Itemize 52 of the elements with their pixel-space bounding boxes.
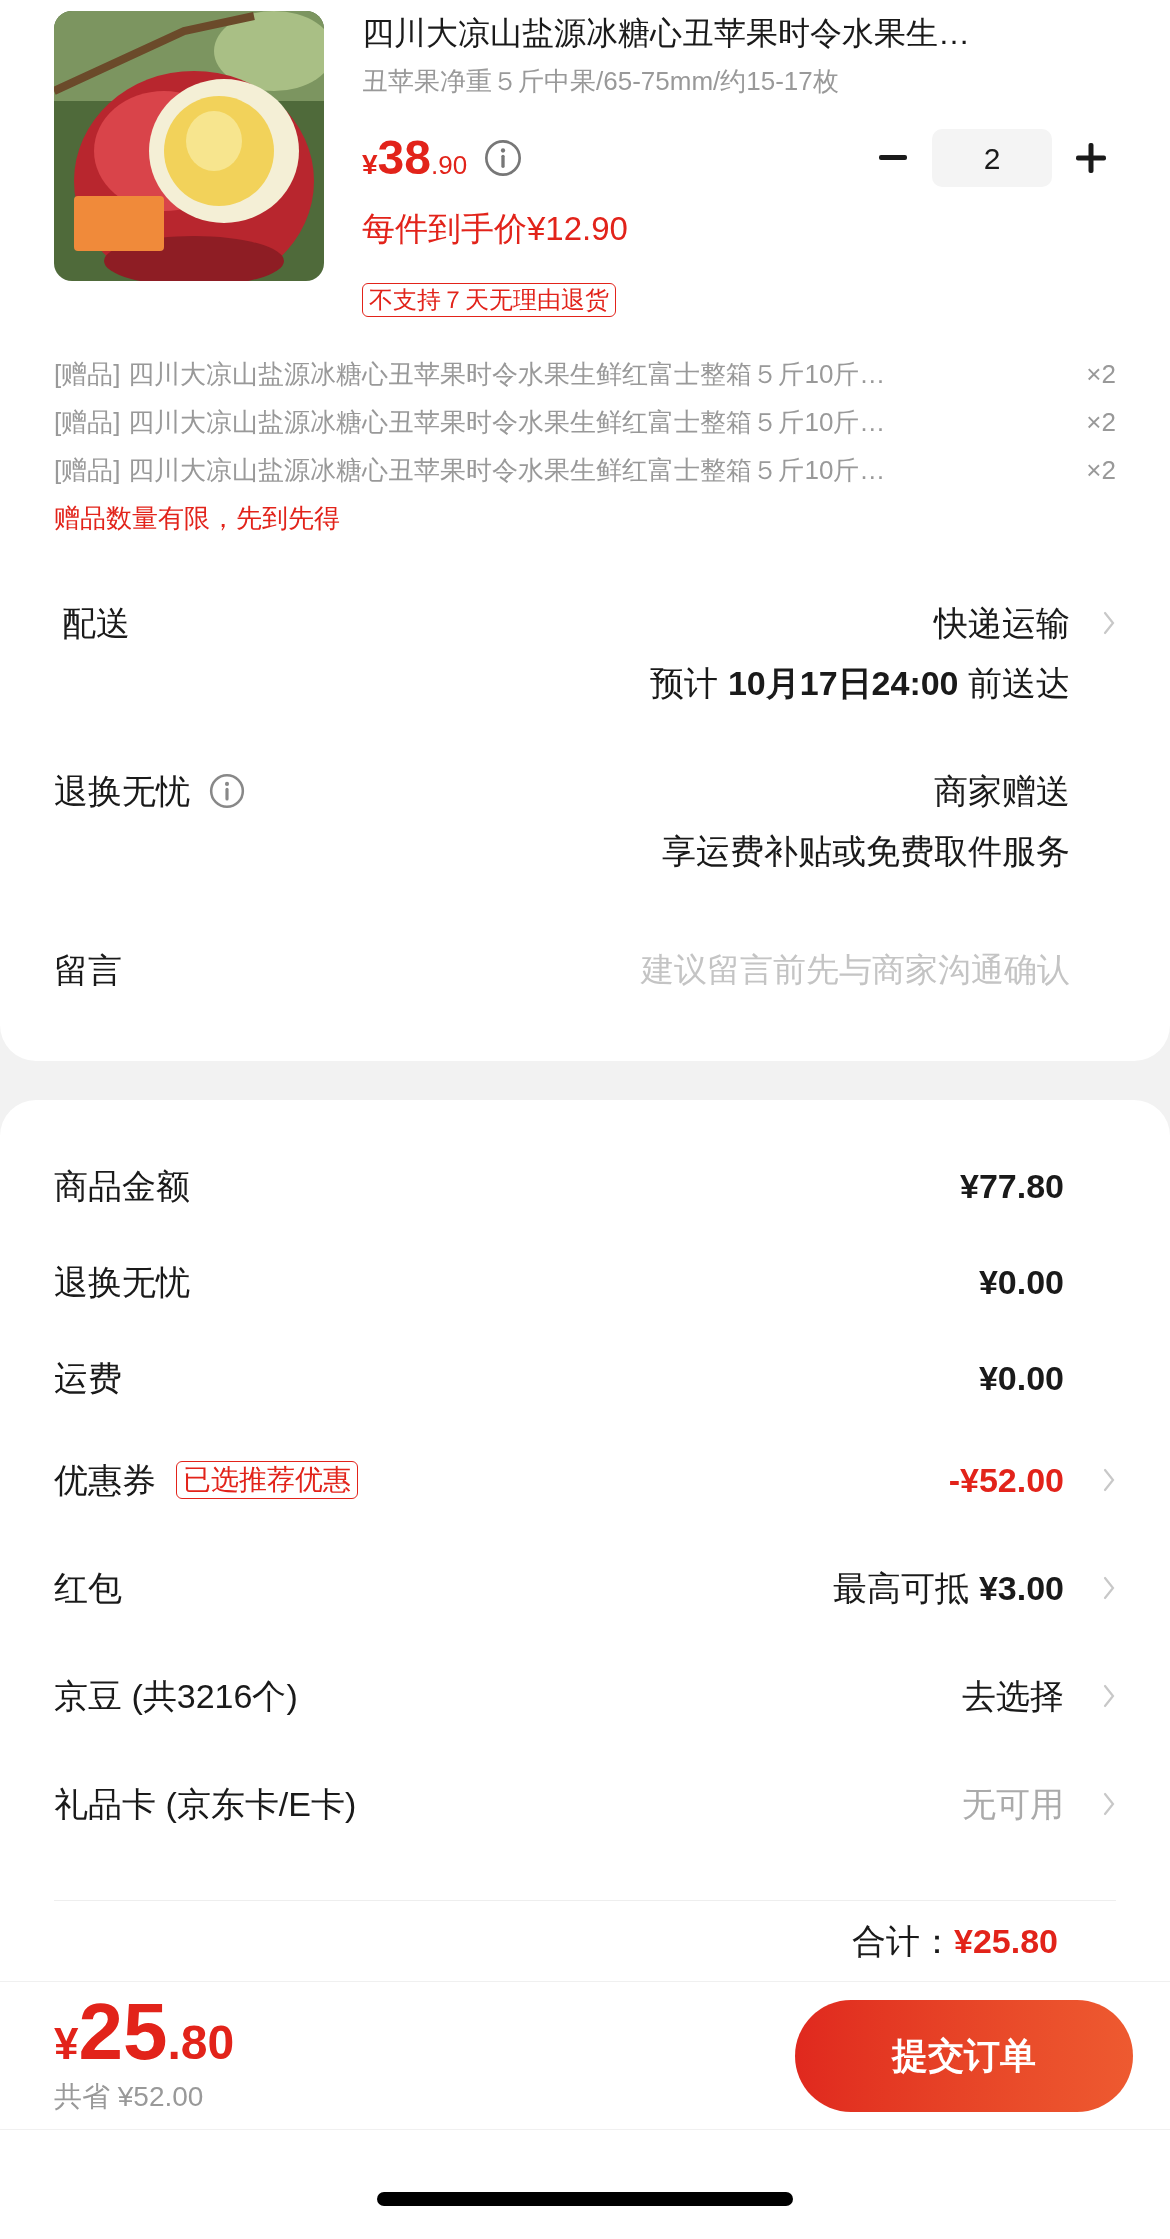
summary-value[interactable]: 去选择	[962, 1670, 1064, 1722]
info-icon[interactable]	[208, 772, 246, 810]
coupon-tag: 已选推荐优惠	[176, 1461, 358, 1499]
gift-label: [赠品]	[54, 406, 121, 439]
return-policy-tag: 不支持７天无理由退货	[362, 283, 616, 317]
gift-count: ×2	[1086, 358, 1116, 391]
info-icon[interactable]	[483, 138, 524, 178]
summary-label: 退换无忧	[54, 1261, 190, 1303]
gift-notice: 赠品数量有限，先到先得	[54, 502, 341, 535]
service-label: 退换无忧	[54, 770, 190, 812]
summary-label: 优惠券	[54, 1459, 156, 1501]
gift-name: 四川大凉山盐源冰糖心丑苹果时令水果生鲜红富士整箱５斤10斤…	[128, 406, 886, 439]
plus-icon	[1076, 143, 1106, 173]
service-label: 配送	[61, 602, 130, 644]
minus-icon	[879, 155, 907, 161]
service-label: 留言	[54, 949, 122, 991]
service-value: 快递运输	[934, 602, 1070, 644]
gift-count: ×2	[1086, 406, 1116, 439]
summary-label: 京豆 (共3216个)	[54, 1675, 298, 1717]
gift-name: 四川大凉山盐源冰糖心丑苹果时令水果生鲜红富士整箱５斤10斤…	[128, 358, 886, 391]
summary-value[interactable]: 最高可抵 ¥3.00	[833, 1562, 1064, 1614]
product-title: 四川大凉山盐源冰糖心丑苹果时令水果生…	[362, 14, 971, 53]
summary-label: 红包	[54, 1567, 122, 1609]
chevron-right-icon	[1102, 1467, 1116, 1493]
summary-value[interactable]: -¥52.00	[948, 1454, 1064, 1506]
gift-label: [赠品]	[54, 454, 121, 487]
gift-name: 四川大凉山盐源冰糖心丑苹果时令水果生鲜红富士整箱５斤10斤…	[128, 454, 886, 487]
gift-label: [赠品]	[54, 358, 121, 391]
summary-value: ¥77.80	[960, 1165, 1064, 1207]
gift-count: ×2	[1086, 454, 1116, 487]
summary-value: ¥0.00	[978, 1357, 1064, 1399]
summary-label: 礼品卡 (京东卡/E卡)	[54, 1783, 357, 1825]
service-value: 商家赠送	[934, 770, 1070, 812]
chevron-right-icon	[1102, 1683, 1116, 1709]
message-field[interactable]: 建议留言前先与商家沟通确认	[162, 945, 1070, 995]
service-detail: 享运费补贴或免费取件服务	[662, 830, 1070, 872]
chevron-right-icon	[1102, 1791, 1116, 1817]
quantity-field[interactable]: 2	[932, 129, 1052, 187]
summary-value: ¥0.00	[978, 1261, 1064, 1303]
product-spec: 丑苹果净重５斤中果/65-75mm/约15-17枚	[362, 65, 840, 98]
chevron-right-icon	[1102, 1575, 1116, 1601]
service-detail: 预计 10月17日24:00 前送达	[650, 662, 1070, 704]
total-value: ¥25.80	[954, 1920, 1058, 1962]
saved-amount: 共省 ¥52.00	[54, 2079, 205, 2114]
total-label: 合计：	[852, 1920, 954, 1962]
product-price: ¥38.90	[362, 130, 468, 186]
payable-amount: ¥25.80	[54, 1996, 235, 2078]
summary-label: 商品金额	[54, 1165, 190, 1207]
summary-label: 运费	[54, 1357, 122, 1399]
unit-price-note: 每件到手价¥12.90	[362, 209, 629, 249]
chevron-right-icon	[1102, 610, 1116, 636]
submit-order-button[interactable]: 提交订单	[795, 1999, 1133, 2112]
